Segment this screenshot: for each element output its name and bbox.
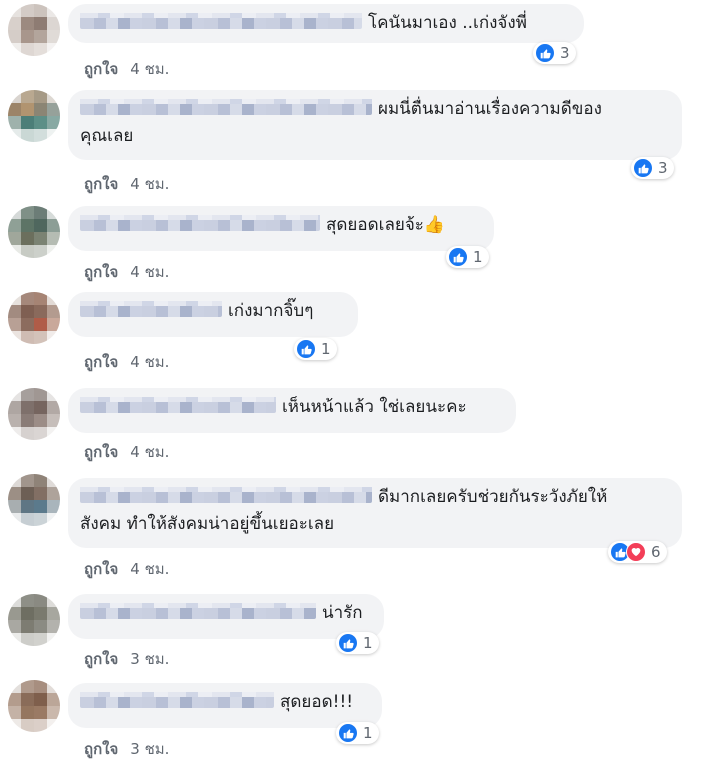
like-button[interactable]: ถูกใจ [84,560,118,578]
author-name[interactable] [80,215,320,231]
reaction-summary[interactable]: 1 [336,722,379,744]
comment-text: สุดยอด!!! [280,692,354,712]
comment-actions: ถูกใจ 4 ชม. [84,350,169,374]
like-button[interactable]: ถูกใจ [84,443,118,461]
comment-text-continued: คุณเลย [80,126,134,146]
avatar[interactable] [8,90,60,142]
comment-bubble: โคนันมาเอง ..เก่งจังพี่ [68,4,584,43]
like-button[interactable]: ถูกใจ [84,740,118,758]
timestamp[interactable]: 4 ชม. [130,60,169,78]
comment-bubble: เก่งมากจิ๊บๆ [68,292,358,337]
timestamp[interactable]: 3 ชม. [130,650,169,668]
timestamp[interactable]: 4 ชม. [130,353,169,371]
avatar[interactable] [8,388,60,440]
comment-bubble: ผมนี่ตื่นมาอ่านเรื่องความดีของ คุณเลย [68,90,682,160]
reaction-count: 1 [363,724,373,742]
comment-bubble: สุดยอดเลยจ้ะ👍 [68,206,494,251]
reaction-summary[interactable]: 6 [608,541,667,563]
timestamp[interactable]: 4 ชม. [130,263,169,281]
avatar[interactable] [8,594,60,646]
reaction-summary[interactable]: 1 [446,246,489,268]
comment-text: เก่งมากจิ๊บๆ [228,301,314,321]
avatar[interactable] [8,206,60,258]
reaction-summary[interactable]: 1 [294,338,337,360]
reaction-count: 3 [560,44,570,62]
thumbs-up-icon [448,247,468,267]
thumbs-up-icon [633,158,653,178]
comment-actions: ถูกใจ 3 ชม. [84,737,169,761]
like-button[interactable]: ถูกใจ [84,263,118,281]
timestamp[interactable]: 4 ชม. [130,443,169,461]
comment-bubble: ดีมากเลยครับช่วยกันระวังภัยให้ สังคม ทำใ… [68,478,682,548]
comment-actions: ถูกใจ 4 ชม. [84,440,169,464]
like-button[interactable]: ถูกใจ [84,650,118,668]
author-name[interactable] [80,13,362,29]
author-name[interactable] [80,397,276,413]
reaction-summary[interactable]: 1 [336,632,379,654]
heart-icon [626,542,646,562]
like-button[interactable]: ถูกใจ [84,353,118,371]
thumbs-up-icon [338,723,358,743]
comment-text: เห็นหน้าแล้ว ใช่เลยนะคะ [282,397,467,417]
thumbs-up-icon [535,43,555,63]
author-name[interactable] [80,301,222,317]
comment-text: โคนันมาเอง ..เก่งจังพี่ [368,13,527,33]
avatar[interactable] [8,474,60,526]
avatar[interactable] [8,4,60,56]
comment-text: น่ารัก [322,603,363,623]
reaction-count: 3 [658,159,668,177]
author-name[interactable] [80,603,316,619]
author-name[interactable] [80,692,274,708]
reaction-count: 6 [651,543,661,561]
comment-actions: ถูกใจ 4 ชม. [84,557,169,581]
timestamp[interactable]: 4 ชม. [130,175,169,193]
comment-actions: ถูกใจ 4 ชม. [84,57,169,81]
comment-actions: ถูกใจ 4 ชม. [84,172,169,196]
comment-text: ดีมากเลยครับช่วยกันระวังภัยให้ [378,487,608,507]
comment-actions: ถูกใจ 4 ชม. [84,260,169,284]
avatar[interactable] [8,680,60,732]
reaction-count: 1 [321,340,331,358]
author-name[interactable] [80,487,372,503]
comment-bubble: สุดยอด!!! [68,683,382,728]
comment-bubble: เห็นหน้าแล้ว ใช่เลยนะคะ [68,388,516,433]
thumbs-up-icon [296,339,316,359]
reaction-count: 1 [473,248,483,266]
comment-actions: ถูกใจ 3 ชม. [84,647,169,671]
timestamp[interactable]: 3 ชม. [130,740,169,758]
comment-bubble: น่ารัก [68,594,384,639]
comment-text: สุดยอดเลยจ้ะ👍 [326,215,446,235]
author-name[interactable] [80,99,372,115]
like-button[interactable]: ถูกใจ [84,175,118,193]
thumbs-up-icon [338,633,358,653]
avatar[interactable] [8,292,60,344]
comment-text-continued: สังคม ทำให้สังคมน่าอยู่ขึ้นเยอะเลย [80,514,335,534]
reaction-count: 1 [363,634,373,652]
timestamp[interactable]: 4 ชม. [130,560,169,578]
reaction-summary[interactable]: 3 [631,157,674,179]
reaction-summary[interactable]: 3 [533,42,576,64]
like-button[interactable]: ถูกใจ [84,60,118,78]
comment-text: ผมนี่ตื่นมาอ่านเรื่องความดีของ [378,99,602,119]
